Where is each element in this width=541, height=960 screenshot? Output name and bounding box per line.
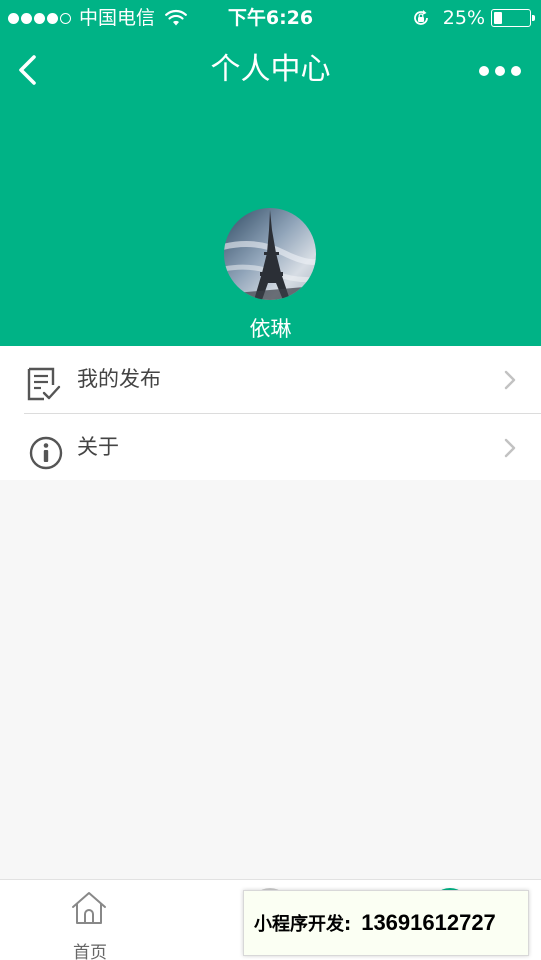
rotation-lock-icon	[413, 10, 428, 25]
tab-home[interactable]: 首页	[0, 880, 180, 960]
battery-cap	[532, 15, 535, 21]
profile-menu: 我的发布 关于	[0, 346, 541, 480]
screen: 中国电信 下午6:26 25% 个人中心 依琳 我的发布 关于 首页 小程序开发…	[0, 0, 541, 960]
eiffel-tower-photo	[224, 208, 316, 300]
status-bar: 中国电信 下午6:26 25%	[0, 0, 541, 36]
document-check-icon	[27, 367, 61, 401]
status-right: 25%	[411, 0, 535, 36]
menu-item-my-posts[interactable]: 我的发布	[0, 346, 541, 413]
home-icon	[72, 892, 106, 924]
battery-icon	[491, 9, 535, 27]
page-title: 个人中心	[210, 52, 331, 87]
menu-item-label: 我的发布	[77, 367, 161, 391]
more-dots-icon[interactable]	[479, 62, 521, 80]
banner-label: 小程序开发:	[254, 914, 352, 935]
profile-header: 个人中心 依琳	[0, 36, 541, 346]
tab-label: 首页	[73, 943, 107, 960]
developer-contact-banner: 小程序开发: 13691612727	[243, 890, 529, 956]
username: 依琳	[249, 317, 292, 341]
battery-percentage: 25%	[442, 7, 485, 29]
battery-level	[494, 12, 502, 24]
menu-item-label: 关于	[77, 435, 119, 459]
chevron-right-icon	[504, 370, 516, 390]
chevron-right-icon	[504, 438, 516, 458]
info-icon	[29, 436, 63, 470]
banner-phone: 13691612727	[361, 910, 496, 935]
menu-item-about[interactable]: 关于	[24, 413, 541, 480]
avatar[interactable]	[224, 208, 316, 300]
